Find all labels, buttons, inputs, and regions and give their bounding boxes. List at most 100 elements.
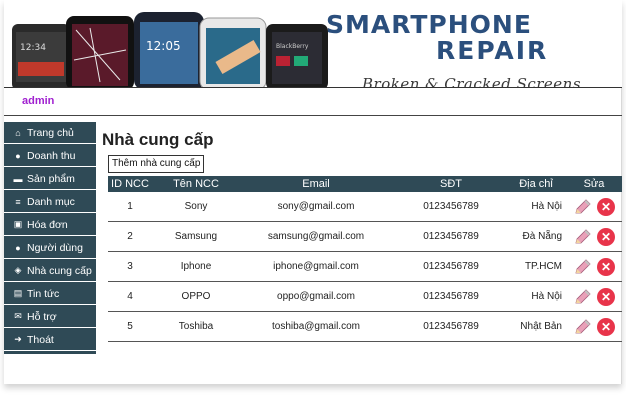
cell-address: Hà Nội xyxy=(531,201,562,212)
table-row: 3 Iphone iphone@gmail.com 0123456789 TP.HCM ✕ xyxy=(108,252,622,282)
close-circle-icon[interactable]: ✕ xyxy=(597,287,615,306)
sidebar-item-invoices[interactable]: ▣ Hóa đơn xyxy=(4,214,96,236)
cell-phone: 0123456789 xyxy=(423,321,479,332)
column-header-phone: SĐT xyxy=(440,178,462,190)
column-header-id: ID NCC xyxy=(111,178,149,190)
sign-out-icon: ➜ xyxy=(14,334,22,344)
iphone-white-icon xyxy=(199,17,267,87)
calendar-check-icon: ▣ xyxy=(13,219,23,229)
cell-actions: ✕ xyxy=(566,312,622,341)
table-row: 2 Samsung samsung@gmail.com 0123456789 Đà Nẵ… xyxy=(108,222,622,252)
cell-id: 1 xyxy=(127,201,133,212)
close-circle-icon[interactable]: ✕ xyxy=(597,227,615,246)
add-supplier-button[interactable]: Thêm nhà cung cấp xyxy=(108,155,205,173)
cell-actions: ✕ xyxy=(566,222,622,251)
phones-illustration: 12:34 12:05 BlackBerry xyxy=(12,12,328,87)
pencil-icon[interactable] xyxy=(573,227,593,247)
cell-name: Samsung xyxy=(174,231,218,242)
handshake-icon: ◈ xyxy=(14,265,22,275)
close-circle-icon[interactable]: ✕ xyxy=(597,317,615,336)
cell-phone: 0123456789 xyxy=(423,291,479,302)
header-banner: 12:34 12:05 BlackBerry SMARTPHONE REPAIR… xyxy=(4,0,622,87)
brand-title-line2: REPAIR xyxy=(436,36,549,65)
sidebar-item-label: Hóa đơn xyxy=(27,218,68,231)
sidebar-item-suppliers[interactable]: ◈ Nhà cung cấp xyxy=(4,260,96,282)
header-divider xyxy=(4,87,622,88)
money-icon: ● xyxy=(15,150,21,161)
svg-text:12:34: 12:34 xyxy=(20,43,46,53)
cell-email: iphone@gmail.com xyxy=(273,261,359,272)
sidebar-item-label: Trang chủ xyxy=(27,126,74,139)
sidebar-item-users[interactable]: ● Người dùng xyxy=(4,237,96,259)
sidebar-item-revenue[interactable]: ● Doanh thu xyxy=(4,145,96,167)
column-header-edit: Sửa xyxy=(583,178,605,190)
cell-id: 3 xyxy=(127,261,133,272)
envelope-icon: ✉ xyxy=(14,311,22,321)
cell-phone: 0123456789 xyxy=(423,201,479,212)
cell-actions: ✕ xyxy=(566,192,622,221)
cell-name: Iphone xyxy=(180,261,212,272)
logged-in-user[interactable]: admin xyxy=(22,95,54,107)
app-window: 12:34 12:05 BlackBerry SMARTPHONE REPAIR… xyxy=(4,0,622,384)
svg-text:BlackBerry: BlackBerry xyxy=(276,43,309,50)
brand-title-line1: SMARTPHONE xyxy=(326,10,532,39)
cell-email: samsung@gmail.com xyxy=(267,231,365,242)
cell-name: Toshiba xyxy=(178,321,214,332)
cell-address: Nhật Bản xyxy=(520,321,562,332)
sidebar-item-label: Nhà cung cấp xyxy=(27,264,92,277)
cell-name: Sony xyxy=(184,201,208,212)
table-row: 1 Sony sony@gmail.com 0123456789 Hà Nội ✕ xyxy=(108,192,622,222)
cell-email: oppo@gmail.com xyxy=(277,291,355,302)
sidebar: ⌂ Trang chủ ● Doanh thu ▬ Sản phẩm ≡ Dan… xyxy=(4,122,96,354)
close-circle-icon[interactable]: ✕ xyxy=(597,197,615,216)
cell-address: TP.HCM xyxy=(524,261,562,272)
supplier-table: ID NCC Tên NCC Email SĐT Địa chỉ Sửa 1 So… xyxy=(108,176,622,342)
svg-text:12:05: 12:05 xyxy=(146,39,181,53)
news-icon: ▤ xyxy=(13,288,23,298)
user-icon: ● xyxy=(15,242,21,253)
table-row: 4 OPPO oppo@gmail.com 0123456789 Hà Nội ✕ xyxy=(108,282,622,312)
blackberry-phone-icon: BlackBerry xyxy=(266,24,328,87)
close-circle-icon[interactable]: ✕ xyxy=(597,257,615,276)
sidebar-item-home[interactable]: ⌂ Trang chủ xyxy=(4,122,96,144)
sidebar-item-label: Tin tức xyxy=(27,287,60,300)
cell-name: OPPO xyxy=(181,291,211,302)
cell-id: 2 xyxy=(127,231,133,242)
sidebar-item-label: Người dùng xyxy=(27,241,83,254)
cell-phone: 0123456789 xyxy=(423,261,479,272)
htc-phone-icon: 12:34 xyxy=(12,24,70,87)
sidebar-item-label: Thoát xyxy=(27,333,54,346)
pencil-icon[interactable] xyxy=(573,317,593,337)
sidebar-item-categories[interactable]: ≡ Danh mục xyxy=(4,191,96,213)
sidebar-item-news[interactable]: ▤ Tin tức xyxy=(4,283,96,305)
cell-address: Hà Nội xyxy=(531,291,562,302)
pencil-icon[interactable] xyxy=(573,197,593,217)
page-title: Nhà cung cấp xyxy=(102,130,214,149)
pencil-icon[interactable] xyxy=(573,257,593,277)
iphone-icon xyxy=(66,16,134,87)
home-icon: ⌂ xyxy=(15,127,21,138)
sidebar-item-label: Danh mục xyxy=(27,195,75,208)
cell-id: 4 xyxy=(127,291,133,302)
sidebar-item-label: Doanh thu xyxy=(27,149,76,162)
sidebar-item-logout[interactable]: ➜ Thoát xyxy=(4,329,96,351)
cell-actions: ✕ xyxy=(566,282,622,311)
column-header-email: Email xyxy=(302,178,330,190)
column-header-name: Tên NCC xyxy=(173,178,219,190)
box-icon: ▬ xyxy=(13,173,23,184)
list-icon: ≡ xyxy=(15,196,21,207)
sidebar-item-support[interactable]: ✉ Hỗ trợ xyxy=(4,306,96,328)
table-body: 1 Sony sony@gmail.com 0123456789 Hà Nội ✕ 2 Sam… xyxy=(108,192,622,342)
sidebar-item-label: Sản phẩm xyxy=(27,172,75,185)
table-header: ID NCC Tên NCC Email SĐT Địa chỉ Sửa xyxy=(108,176,622,192)
user-divider xyxy=(4,115,622,116)
sidebar-item-products[interactable]: ▬ Sản phẩm xyxy=(4,168,96,190)
cell-id: 5 xyxy=(127,321,133,332)
sidebar-item-label: Hỗ trợ xyxy=(27,310,57,323)
pencil-icon[interactable] xyxy=(573,287,593,307)
cell-actions: ✕ xyxy=(566,252,622,281)
cell-email: toshiba@gmail.com xyxy=(272,321,360,332)
table-row: 5 Toshiba toshiba@gmail.com 0123456789 Nhật … xyxy=(108,312,622,342)
cell-email: sony@gmail.com xyxy=(277,201,355,212)
brand-tagline: Broken & Cracked Screens xyxy=(362,75,582,87)
